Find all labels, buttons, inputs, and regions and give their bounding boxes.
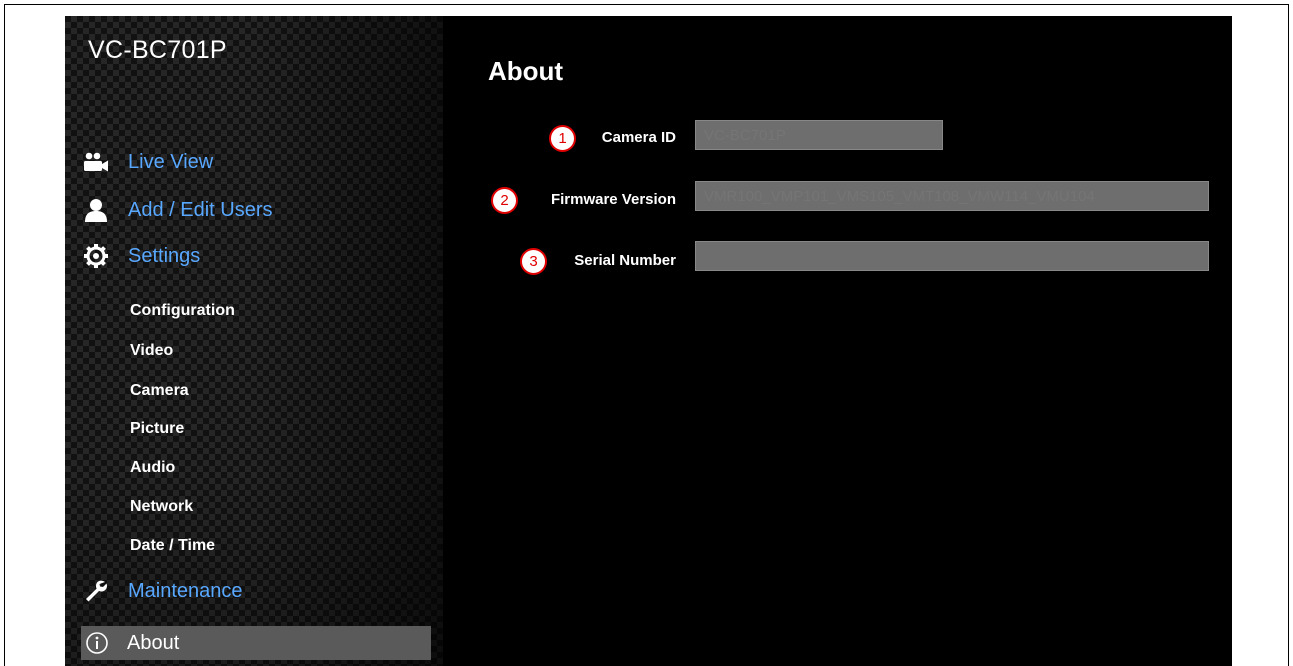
nav-label: Add / Edit Users <box>128 198 273 221</box>
callout-marker: 3 <box>520 248 547 275</box>
info-icon <box>84 630 110 656</box>
nav-camera[interactable]: Camera <box>130 382 189 400</box>
nav-picture[interactable]: Picture <box>130 420 184 438</box>
nav-about[interactable]: About <box>81 626 431 660</box>
nav-label: About <box>127 631 180 654</box>
nav-add-edit-users[interactable]: Add / Edit Users <box>83 195 273 225</box>
sidebar: VC-BC701P Live View Add / Edit Users Set… <box>65 16 443 666</box>
nav-label: Maintenance <box>128 579 243 602</box>
callout-marker: 2 <box>491 187 518 214</box>
camera-id-label: Camera ID <box>601 129 676 146</box>
nav-maintenance[interactable]: Maintenance <box>83 576 243 606</box>
page-title: About <box>488 56 564 86</box>
nav-label: Settings <box>128 244 201 267</box>
web-ui: VC-BC701P Live View Add / Edit Users Set… <box>65 16 1232 666</box>
sidebar-overlay <box>65 16 443 666</box>
gear-icon <box>83 243 109 269</box>
wrench-icon <box>83 578 109 604</box>
nav-video[interactable]: Video <box>130 342 173 360</box>
camera-id-field[interactable] <box>695 120 943 150</box>
nav-label: Live View <box>128 150 214 173</box>
nav-date-time[interactable]: Date / Time <box>130 537 215 555</box>
serial-number-label: Serial Number <box>574 252 676 269</box>
nav-audio[interactable]: Audio <box>130 459 175 477</box>
model-name: VC-BC701P <box>88 36 227 64</box>
nav-configuration[interactable]: Configuration <box>130 302 235 320</box>
firmware-version-field[interactable] <box>695 181 1209 211</box>
firmware-version-label: Firmware Version <box>550 191 676 208</box>
user-icon <box>83 197 109 223</box>
nav-live-view[interactable]: Live View <box>83 147 213 177</box>
callout-marker: 1 <box>549 125 576 152</box>
serial-number-field[interactable] <box>695 241 1209 271</box>
camera-icon <box>83 149 109 175</box>
nav-settings[interactable]: Settings <box>83 241 200 271</box>
nav-network[interactable]: Network <box>130 498 193 516</box>
